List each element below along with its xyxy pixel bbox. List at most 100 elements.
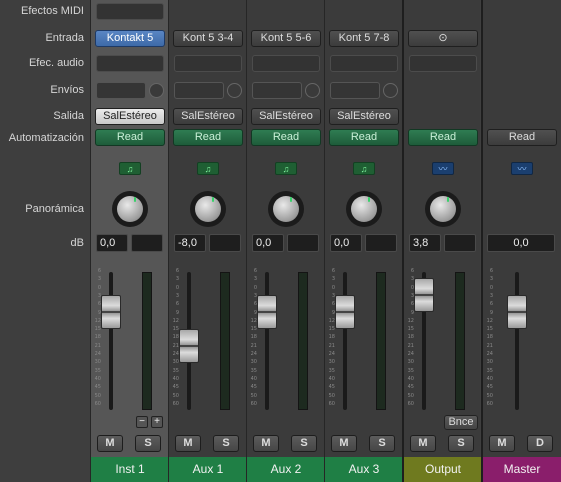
volume-fader[interactable]: [414, 278, 434, 312]
pan-knob[interactable]: [346, 191, 382, 227]
db-scale-tick: 50: [172, 392, 179, 399]
db-scale-tick: 24: [328, 351, 335, 357]
dim-button[interactable]: D: [527, 435, 553, 452]
send-slot[interactable]: [330, 82, 380, 99]
db-scale-tick: 6: [175, 301, 179, 308]
channel-name-label[interactable]: Master: [483, 457, 561, 482]
send-slot[interactable]: [252, 82, 302, 99]
audio-waveform-icon: 〰: [432, 162, 454, 175]
db-scale-tick: 30: [250, 359, 257, 366]
channel-strip-master: Read 〰 0,0 6 3 0 3 6 9 12 15 18 21 24 30 35 40 45 50 60 …: [481, 0, 561, 482]
automation-mode-button[interactable]: Read: [251, 129, 321, 146]
label-midi-effects: Efectos MIDI: [21, 5, 84, 17]
mute-button[interactable]: M: [97, 435, 123, 452]
db-scale-tick: 60: [94, 400, 101, 407]
solo-button[interactable]: S: [448, 435, 474, 452]
channel-name-label[interactable]: Aux 2: [247, 457, 325, 482]
solo-button[interactable]: S: [291, 435, 317, 452]
volume-db-readout: 3,8: [409, 234, 441, 252]
audio-effects-slot[interactable]: [330, 55, 398, 72]
db-scale-tick: 0: [489, 284, 493, 291]
mute-button[interactable]: M: [253, 435, 279, 452]
volume-fader[interactable]: [335, 295, 355, 329]
audio-effects-slot[interactable]: [252, 55, 320, 72]
db-scale-tick: 18: [250, 334, 257, 341]
midi-effects-slot[interactable]: [96, 3, 164, 20]
volume-db-readout: 0,0: [487, 234, 555, 252]
db-scale-tick: 45: [486, 384, 493, 391]
automation-mode-button[interactable]: Read: [408, 129, 478, 146]
solo-button[interactable]: S: [213, 435, 239, 452]
mute-button[interactable]: M: [410, 435, 436, 452]
db-scale-tick: 3: [175, 292, 179, 299]
pan-knob[interactable]: [268, 191, 304, 227]
input-slot[interactable]: Kont 5 7-8: [329, 30, 399, 47]
send-level-knob[interactable]: [383, 83, 398, 98]
output-slot[interactable]: SalEstéreo: [329, 108, 399, 125]
db-scale-tick: 15: [486, 326, 493, 333]
db-scale-tick: 60: [250, 400, 257, 407]
audio-waveform-icon: 〰: [511, 162, 533, 175]
db-scale-tick: 21: [94, 342, 101, 349]
level-meter: [376, 272, 386, 410]
input-slot[interactable]: Kont 5 3-4: [173, 30, 243, 47]
pan-knob[interactable]: [190, 191, 226, 227]
midi-region-icon: ♫: [119, 162, 141, 175]
audio-effects-slot[interactable]: [96, 55, 164, 72]
input-slot[interactable]: Kontakt 5: [95, 30, 165, 47]
bounce-button[interactable]: Bnce: [444, 415, 478, 430]
db-scale-tick: 21: [328, 342, 335, 349]
channel-strip-aux-3: Kont 5 7-8 SalEstéreo Read ♫ 0,0 6303691…: [324, 0, 403, 482]
db-scale-tick: 21: [250, 342, 257, 349]
send-level-knob[interactable]: [149, 83, 164, 98]
volume-fader[interactable]: [179, 329, 199, 363]
db-scale: 6 3 0 3 6 9 12 15 18 21 24 30 35 40 45 50 60: [85, 268, 101, 413]
solo-button[interactable]: S: [135, 435, 161, 452]
automation-mode-button[interactable]: Read: [173, 129, 243, 146]
db-scale: 6 3 0 3 6 9 12 15 18 21 24 30 35 40 45 50 60: [398, 268, 414, 413]
db-scale-tick: 40: [407, 375, 414, 382]
solo-button[interactable]: S: [369, 435, 395, 452]
output-slot[interactable]: SalEstéreo: [173, 108, 243, 125]
mute-button[interactable]: M: [331, 435, 357, 452]
channel-name-label[interactable]: Output: [404, 457, 482, 482]
mute-button[interactable]: M: [175, 435, 201, 452]
channel-name-label[interactable]: Inst 1: [91, 457, 169, 482]
db-scale-tick: 24: [407, 351, 414, 357]
channel-strip-inst-1: Kontakt 5 SalEstéreo Read ♫ 0,0 6 3 0 3 6 9 12…: [90, 0, 169, 482]
db-scale-tick: 45: [250, 384, 257, 391]
input-slot[interactable]: Kont 5 5-6: [251, 30, 321, 47]
volume-fader[interactable]: [257, 295, 277, 329]
send-slot[interactable]: [174, 82, 224, 99]
label-sends: Envíos: [50, 84, 84, 96]
automation-mode-button[interactable]: Read: [487, 129, 557, 146]
automation-mode-button[interactable]: Read: [329, 129, 399, 146]
audio-effects-slot[interactable]: [409, 55, 477, 72]
db-scale-tick: 6: [97, 268, 101, 274]
peak-readout: [209, 234, 241, 252]
channel-name-label[interactable]: Aux 3: [325, 457, 403, 482]
pan-knob[interactable]: [425, 191, 461, 227]
db-scale-tick: 6: [410, 268, 414, 274]
db-scale-tick: 18: [486, 334, 493, 341]
input-format-button[interactable]: ⊙: [408, 30, 478, 47]
level-meter: [298, 272, 308, 410]
send-slot[interactable]: [96, 82, 146, 99]
channel-name-label[interactable]: Aux 1: [169, 457, 247, 482]
volume-fader[interactable]: [507, 295, 527, 329]
audio-effects-slot[interactable]: [174, 55, 242, 72]
mute-button[interactable]: M: [489, 435, 515, 452]
db-scale-tick: 50: [486, 392, 493, 399]
output-slot[interactable]: SalEstéreo: [95, 108, 165, 125]
pan-knob[interactable]: [112, 191, 148, 227]
output-slot[interactable]: SalEstéreo: [251, 108, 321, 125]
send-level-knob[interactable]: [305, 83, 320, 98]
volume-db-readout: 0,0: [252, 234, 284, 252]
db-scale-tick: 30: [486, 359, 493, 366]
db-scale-tick: 50: [407, 392, 414, 399]
send-level-knob[interactable]: [227, 83, 242, 98]
add-slot-button[interactable]: +: [151, 416, 163, 428]
automation-mode-button[interactable]: Read: [95, 129, 165, 146]
volume-fader[interactable]: [101, 295, 121, 329]
remove-slot-button[interactable]: −: [136, 416, 148, 428]
